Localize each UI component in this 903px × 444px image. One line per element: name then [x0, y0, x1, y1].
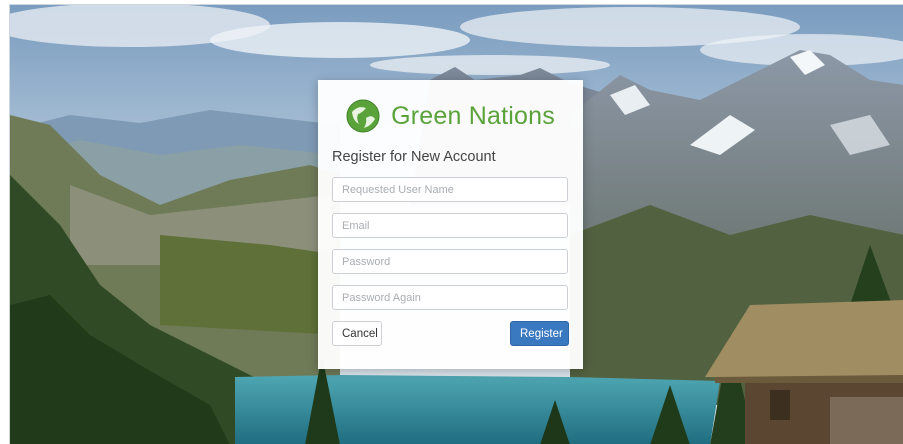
form-title: Register for New Account	[332, 149, 496, 165]
register-card: Green Nations Register for New Account C…	[318, 80, 583, 369]
password-input[interactable]	[332, 249, 568, 274]
register-button[interactable]: Register	[510, 321, 569, 346]
globe-leaf-icon	[346, 99, 380, 133]
brand-name: Green Nations	[391, 101, 555, 130]
password-again-input[interactable]	[332, 285, 568, 310]
username-input[interactable]	[332, 177, 568, 202]
email-input[interactable]	[332, 213, 568, 238]
brand-header: Green Nations	[332, 80, 569, 144]
cancel-button[interactable]: Cancel	[332, 321, 382, 346]
form-actions: Cancel Register	[332, 321, 569, 346]
